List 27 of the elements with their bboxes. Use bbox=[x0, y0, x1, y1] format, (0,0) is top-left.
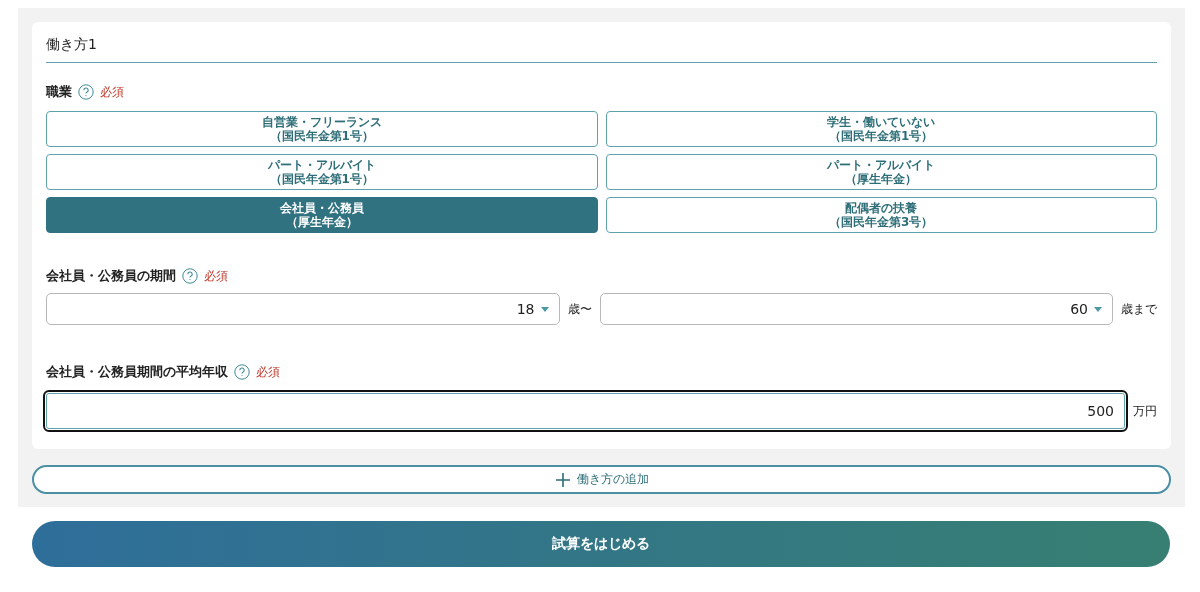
help-icon[interactable] bbox=[78, 84, 94, 100]
required-tag: 必須 bbox=[204, 267, 228, 285]
caret-icon bbox=[540, 306, 549, 312]
start-button[interactable]: 試算をはじめる bbox=[32, 521, 1170, 567]
caret-icon bbox=[1094, 306, 1102, 312]
occupation-option[interactable]: 自営業・フリーランス （国民年金第1号） bbox=[46, 111, 598, 147]
occupation-option[interactable]: パート・アルバイト （厚生年金） bbox=[605, 154, 1157, 190]
income-input[interactable]: 500 bbox=[46, 393, 1125, 429]
required-tag: 必須 bbox=[256, 363, 280, 381]
field-label: 会社員・公務員の期間 bbox=[46, 267, 176, 285]
required-tag: 必須 bbox=[100, 83, 124, 101]
occupation-option[interactable]: 配偶者の扶養 （国民年金第3号） bbox=[605, 197, 1157, 233]
help-icon[interactable] bbox=[182, 268, 198, 284]
age-select[interactable]: 60 bbox=[599, 293, 1113, 325]
occupation-option[interactable]: 会社員・公務員 （厚生年金） bbox=[46, 197, 598, 233]
field-label: 会社員・公務員期間の平均年収 bbox=[46, 363, 228, 381]
field-label: 職業 bbox=[46, 83, 72, 101]
unit-label: 歳〜 bbox=[567, 300, 592, 318]
plus-icon bbox=[554, 471, 571, 488]
occupation-option[interactable]: パート・アルバイト （国民年金第1号） bbox=[46, 154, 598, 190]
unit-label: 万円 bbox=[1133, 402, 1157, 420]
unit-label: 歳まで bbox=[1121, 300, 1157, 318]
occupation-option[interactable]: 学生・働いていない （国民年金第1号） bbox=[605, 111, 1157, 147]
add-button[interactable]: 働き方の追加 bbox=[32, 465, 1171, 494]
section-title: 働き方1 bbox=[46, 32, 1157, 63]
age-select[interactable]: 18 bbox=[46, 293, 560, 325]
help-icon[interactable] bbox=[234, 364, 250, 380]
